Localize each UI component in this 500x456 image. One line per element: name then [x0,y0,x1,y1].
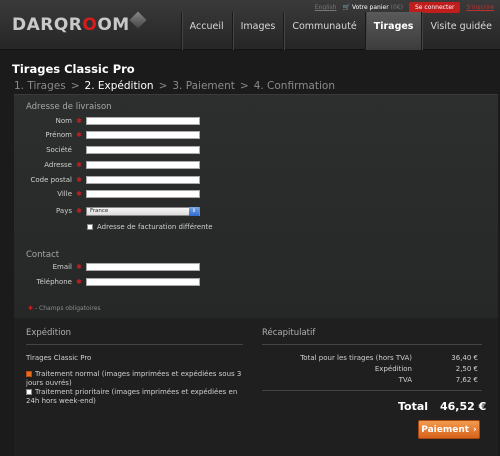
step-separator: > [70,80,80,92]
summary-shipping-label: Expédition [374,365,412,373]
label-pays: Pays [56,207,72,215]
row-societe: Société [14,144,200,156]
country-select-value: France [90,208,109,214]
main-nav: Accueil Images Communauté Tirages Visite… [180,12,500,50]
shipping-priority-label: Traitement prioritaire (images imprimées… [26,388,238,405]
label-email: Email [52,263,72,271]
logo-cube-icon [129,11,147,29]
register-link[interactable]: S'inscrire [466,4,494,11]
expedition-product: Tirages Classic Pro [26,354,92,362]
required-note-text: - Champs obligatoires [34,305,101,312]
shipping-address-title: Adresse de livraison [26,102,112,112]
shipping-option-normal[interactable]: Traitement normal (images imprimées et e… [26,370,248,388]
cart-label: Votre panier [351,4,389,11]
shipping-normal-label: Traitement normal (images imprimées et e… [26,370,242,387]
required-note: ✱ - Champs obligatoires [28,305,101,312]
label-code-postal: Code postal [30,176,73,184]
step-expedition: 2. Expédition [84,80,154,92]
cart-link[interactable]: 🛒 Votre panier (0€) [342,4,403,11]
required-marker: ✱ [76,278,82,286]
email-field[interactable] [86,263,200,271]
step-confirmation: 4. Confirmation [253,80,335,92]
cart-icon: 🛒 [342,4,350,11]
logo[interactable]: DARQROOM [12,11,147,37]
shipping-normal-radio[interactable] [26,371,32,377]
header: DARQROOM English 🛒 Votre panier (0€) Se … [0,0,500,50]
step-tirages: 1. Tirages [14,80,66,92]
adresse-field[interactable] [86,161,200,169]
nav-visite-guidee[interactable]: Visite guidée [421,12,500,50]
language-link[interactable]: English [315,4,337,11]
contact-title: Contact [26,250,60,260]
label-nom: Nom [55,117,72,125]
nav-accueil[interactable]: Accueil [180,12,232,50]
required-marker: ✱ [76,176,82,184]
required-marker: ✱ [76,161,82,169]
shipping-priority-radio[interactable] [26,389,32,395]
label-societe: Société [46,146,72,154]
label-adresse: Adresse [44,161,72,169]
total-value: 46,52 € [440,400,487,413]
summary-vat-label: TVA [398,376,412,384]
chevron-right-icon: › [473,424,477,435]
checkout-steps: 1. Tirages > 2. Expédition > 3. Paiement… [14,80,335,92]
row-ville: Ville ✱ [14,188,200,200]
row-nom: Nom ✱ [14,115,200,127]
nom-field[interactable] [86,117,200,125]
telephone-field[interactable] [86,278,200,286]
required-marker: ✱ [76,207,82,215]
required-marker: ✱ [76,190,82,198]
summary-vat-value: 7,62 € [455,376,478,384]
cart-count: (0€) [390,4,403,11]
code-postal-field[interactable] [86,176,200,184]
required-marker: ✱ [76,117,82,125]
country-select[interactable]: France ⇕ [86,206,200,216]
divider [262,344,482,345]
chevron-updown-icon: ⇕ [189,206,199,216]
payment-button[interactable]: Paiement › [418,420,480,439]
required-marker: ✱ [76,131,82,139]
nav-tirages[interactable]: Tirages [364,12,422,50]
label-prenom: Prénom [45,131,72,139]
logo-text: DARQROOM [12,15,130,35]
row-telephone: Téléphone ✱ [14,276,200,288]
shipping-option-priority[interactable]: Traitement prioritaire (images imprimées… [26,388,248,406]
societe-field[interactable] [86,146,200,154]
billing-address-checkbox[interactable] [87,224,93,230]
billing-address-option[interactable]: Adresse de facturation différente [87,223,213,231]
total-label: Total [398,400,429,413]
divider [26,344,243,345]
row-code-postal: Code postal ✱ [14,174,200,186]
payment-button-label: Paiement [421,424,470,435]
row-pays: Pays ✱ France ⇕ [14,205,200,217]
prenom-field[interactable] [86,131,200,139]
page-title: Tirages Classic Pro [12,62,135,76]
row-prenom: Prénom ✱ [14,129,200,141]
required-marker: ✱ [28,305,34,312]
label-telephone: Téléphone [36,278,72,286]
nav-communaute[interactable]: Communauté [283,12,364,50]
billing-address-label: Adresse de facturation différente [97,223,213,231]
step-separator: > [239,80,249,92]
expedition-title: Expédition [26,328,72,338]
step-paiement: 3. Paiement [172,80,235,92]
ville-field[interactable] [86,190,200,198]
step-separator: > [158,80,168,92]
summary-title: Récapitulatif [262,328,316,338]
summary-shipping-value: 2,50 € [455,365,478,373]
summary-prints-label: Total pour les tirages (hors TVA) [300,354,412,362]
nav-images[interactable]: Images [231,12,284,50]
divider [262,390,482,391]
required-marker: ✱ [76,263,82,271]
summary-prints-value: 36,40 € [451,354,478,362]
row-email: Email ✱ [14,261,200,273]
label-ville: Ville [57,190,72,198]
row-adresse: Adresse ✱ [14,159,200,171]
